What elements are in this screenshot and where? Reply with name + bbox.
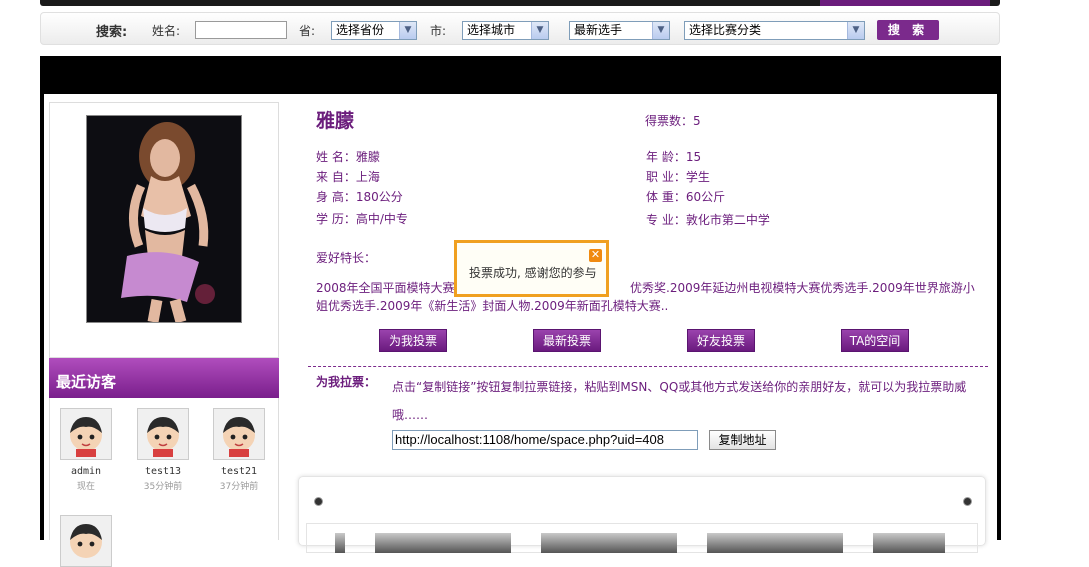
category-select[interactable]: 选择比赛分类 ▼: [684, 21, 865, 40]
info-job: 职 业：学生: [646, 170, 710, 184]
header-banner: [40, 56, 1001, 94]
info-major: 专 业：敦化市第二中学: [646, 213, 770, 227]
avatar[interactable]: [213, 408, 265, 460]
vote-success-popup: ✕ 投票成功, 感谢您的参与: [454, 240, 609, 297]
province-select-value: 选择省份: [336, 23, 385, 37]
info-name: 姓 名：雅朦: [316, 150, 380, 164]
visitor-item[interactable]: test21 37分钟前: [209, 408, 269, 492]
profile-name-heading: 雅朦: [316, 110, 355, 132]
search-title: 搜索:: [96, 25, 128, 40]
name-input[interactable]: [195, 21, 287, 39]
visitor-item[interactable]: test13 35分钟前: [133, 408, 193, 492]
info-from: 来 自：上海: [316, 170, 380, 184]
visitor-time: 现在: [76, 482, 95, 492]
province-select[interactable]: 选择省份 ▼: [331, 21, 417, 40]
latest-votes-button[interactable]: 最新投票: [533, 329, 601, 352]
sort-select-value: 最新选手: [574, 23, 623, 37]
city-select[interactable]: 选择城市 ▼: [462, 21, 549, 40]
top-bar: [40, 0, 1000, 6]
name-label: 姓名:: [152, 24, 181, 38]
avatar[interactable]: [137, 408, 189, 460]
photo-gallery: [298, 476, 986, 553]
city-label: 市:: [430, 24, 447, 38]
gallery-thumb[interactable]: [707, 533, 843, 553]
visitor-time: 37分钟前: [219, 482, 259, 492]
scroll-left-icon[interactable]: [314, 497, 323, 506]
hobby-label: 爱好特长：: [316, 251, 377, 265]
recent-visitors-header: 最近访客: [49, 358, 279, 398]
recent-visitors-title: 最近访客: [56, 373, 117, 391]
gallery-thumb[interactable]: [541, 533, 677, 553]
invite-text: 点击“复制链接”按钮复制拉票链接，粘贴到MSN、QQ或其他方式发送给你的亲朋好友…: [392, 380, 967, 422]
info-weight: 体 重：60公斤: [646, 190, 726, 204]
visitor-item[interactable]: [56, 515, 116, 567]
popup-message: 投票成功, 感谢您的参与: [469, 266, 597, 280]
profile-photo-box: [49, 102, 279, 358]
gallery-thumb[interactable]: [375, 533, 511, 553]
city-select-value: 选择城市: [467, 23, 516, 37]
chevron-down-icon: ▼: [399, 22, 416, 39]
gallery-thumb-edge: [335, 533, 345, 553]
friend-votes-button[interactable]: 好友投票: [687, 329, 755, 352]
visitor-item[interactable]: admin 现在: [56, 408, 116, 492]
close-icon[interactable]: ✕: [589, 249, 602, 262]
info-age: 年 龄：15: [646, 150, 702, 164]
visitor-name[interactable]: admin: [56, 466, 116, 477]
chevron-down-icon: ▼: [531, 22, 548, 39]
top-bar-accent: [820, 0, 990, 6]
search-bar: 搜索: 姓名: 省: 选择省份 ▼ 市: 选择城市 ▼ 最新选手 ▼ 选择比赛分类 ▼ …: [40, 12, 1000, 45]
chevron-down-icon: ▼: [652, 22, 669, 39]
frame-border-right: [997, 94, 1001, 540]
invite-url-input[interactable]: http://localhost:1108/home/space.php?uid…: [392, 430, 698, 450]
hobby-text: 2008年全国平面模特大赛 优秀奖.2009年延边州电视模特大赛优秀选手.200…: [316, 281, 975, 313]
category-select-value: 选择比赛分类: [689, 23, 762, 37]
section-divider: [308, 366, 988, 367]
info-education: 学 历：高中/中专: [316, 212, 408, 226]
copy-url-button[interactable]: 复制地址: [709, 430, 776, 450]
frame-border-left: [40, 94, 44, 540]
scroll-right-icon[interactable]: [963, 497, 972, 506]
sort-select[interactable]: 最新选手 ▼: [569, 21, 670, 40]
info-height: 身 高：180公分: [316, 190, 403, 204]
province-label: 省:: [299, 24, 316, 38]
recent-visitors-panel: admin 现在 test13 35分钟前 test21 37分钟前: [49, 398, 279, 567]
visitor-time: 35分钟前: [143, 482, 183, 492]
gallery-thumb[interactable]: [873, 533, 945, 553]
vote-count: 得票数：5: [645, 114, 701, 128]
visitor-name[interactable]: test21: [209, 466, 269, 477]
vote-for-me-button[interactable]: 为我投票: [379, 329, 447, 352]
profile-photo[interactable]: [86, 115, 242, 323]
invite-label: 为我拉票：: [316, 375, 377, 389]
visitor-name[interactable]: test13: [133, 466, 193, 477]
avatar[interactable]: [60, 515, 112, 567]
avatar[interactable]: [60, 408, 112, 460]
chevron-down-icon: ▼: [847, 22, 864, 39]
ta-space-button[interactable]: TA的空间: [841, 329, 909, 352]
search-button[interactable]: 搜 索: [877, 20, 939, 40]
